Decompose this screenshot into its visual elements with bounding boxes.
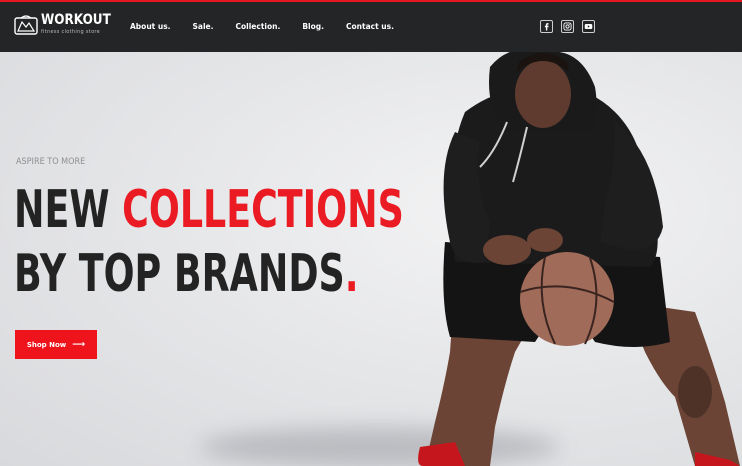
nav-about[interactable]: About us.	[130, 22, 171, 31]
nav-blog[interactable]: Blog.	[302, 22, 324, 31]
hero-banner: ASPIRE TO MORE NEW COLLECTIONS BY TOP BR…	[0, 52, 742, 466]
shop-now-button[interactable]: Shop Now ⟶	[15, 330, 97, 359]
headline-line2-dark: BY TOP BRANDS	[14, 244, 345, 304]
nav-collection[interactable]: Collection.	[236, 22, 281, 31]
headline-dot: .	[344, 244, 359, 304]
logo[interactable]: WORKOUT fitness clothing store	[14, 13, 122, 37]
nav-contact[interactable]: Contact us.	[346, 22, 394, 31]
logo-icon	[14, 15, 38, 35]
basketball-player-image	[418, 52, 740, 466]
headline-line1-dark: NEW	[14, 180, 123, 240]
headline-line1-red: COLLECTIONS	[122, 180, 404, 240]
social-links	[540, 20, 603, 33]
brand-tagline: fitness clothing store	[41, 29, 101, 35]
site-header: WORKOUT fitness clothing store About us.…	[0, 2, 742, 52]
shop-now-label: Shop Now	[26, 340, 67, 349]
main-nav: About us. Sale. Collection. Blog. Contac…	[130, 22, 416, 31]
facebook-icon[interactable]	[540, 20, 553, 33]
hero-eyebrow: ASPIRE TO MORE	[16, 157, 86, 167]
youtube-icon[interactable]	[582, 20, 595, 33]
instagram-icon[interactable]	[561, 20, 574, 33]
brand-name: WORKOUT	[41, 12, 111, 28]
arrow-right-icon: ⟶	[72, 339, 86, 350]
hero-headline: NEW COLLECTIONS BY TOP BRANDS.	[14, 178, 404, 306]
nav-sale[interactable]: Sale.	[193, 22, 214, 31]
